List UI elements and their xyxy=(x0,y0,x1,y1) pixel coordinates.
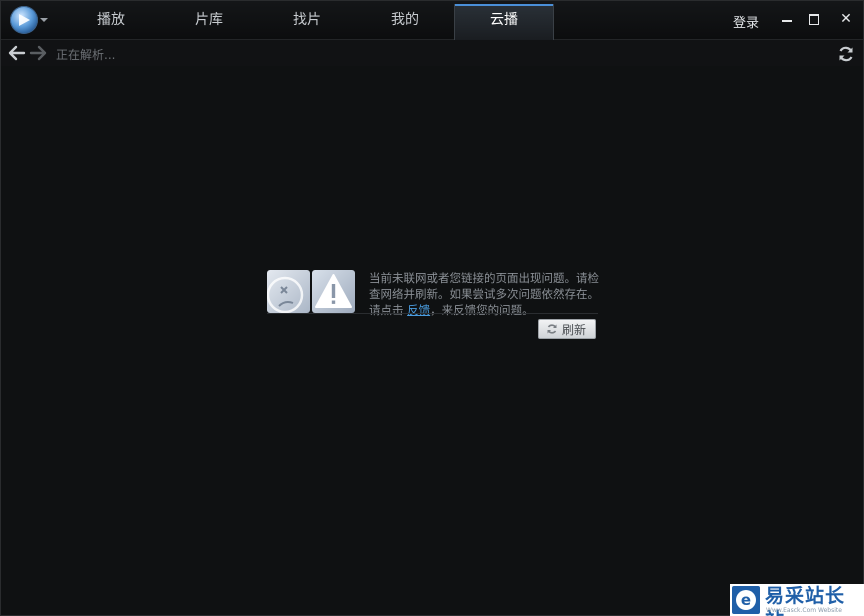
app-logo-icon[interactable] xyxy=(10,6,38,34)
error-message-tail: ，来反馈您的问题。 xyxy=(430,303,534,317)
app-window: 播放 片库 找片 我的 云播 登录 ✕ 正在解析... 当前未联网或者您链接的页… xyxy=(0,0,864,616)
tab-find[interactable]: 找片 xyxy=(258,1,356,39)
tab-cloud-play[interactable]: 云播 xyxy=(454,4,554,40)
nav-bar: 正在解析... xyxy=(1,40,863,66)
refresh-icon[interactable] xyxy=(837,45,855,63)
watermark: e 易采站长站 Www.Easck.Com Website xyxy=(730,584,864,616)
maximize-icon xyxy=(809,14,819,25)
minimize-button[interactable] xyxy=(778,10,796,28)
tab-library[interactable]: 片库 xyxy=(160,1,258,39)
watermark-subtext: Www.Easck.Com Website xyxy=(766,607,842,614)
watermark-logo: e xyxy=(732,586,760,614)
sad-face-icon xyxy=(267,270,310,313)
play-icon xyxy=(19,14,30,26)
main-tabs: 播放 片库 找片 我的 云播 xyxy=(62,1,554,40)
close-icon: ✕ xyxy=(840,11,852,27)
watermark-logo-letter: e xyxy=(736,590,756,610)
refresh-button-label: 刷新 xyxy=(561,323,586,337)
feedback-link[interactable]: 反馈 xyxy=(407,303,430,317)
refresh-button[interactable]: 刷新 xyxy=(538,319,596,339)
divider xyxy=(267,313,598,314)
maximize-button[interactable] xyxy=(805,10,823,28)
chevron-down-icon[interactable] xyxy=(40,18,48,22)
error-message: 当前未联网或者您链接的页面出现问题。请检查网络并刷新。如果尝试多次问题依然存在。… xyxy=(369,270,601,318)
close-button[interactable]: ✕ xyxy=(837,10,855,28)
refresh-small-icon xyxy=(547,324,557,334)
title-bar: 播放 片库 找片 我的 云播 登录 ✕ xyxy=(1,1,863,40)
content-area: 当前未联网或者您链接的页面出现问题。请检查网络并刷新。如果尝试多次问题依然存在。… xyxy=(1,66,863,615)
loading-status: 正在解析... xyxy=(56,48,116,62)
login-link[interactable]: 登录 xyxy=(733,12,759,31)
arrow-right-icon[interactable] xyxy=(29,45,47,61)
tab-play[interactable]: 播放 xyxy=(62,1,160,39)
arrow-left-icon[interactable] xyxy=(8,45,26,61)
minimize-icon xyxy=(782,20,792,22)
tab-mine[interactable]: 我的 xyxy=(356,1,454,39)
warning-icon xyxy=(312,270,355,313)
